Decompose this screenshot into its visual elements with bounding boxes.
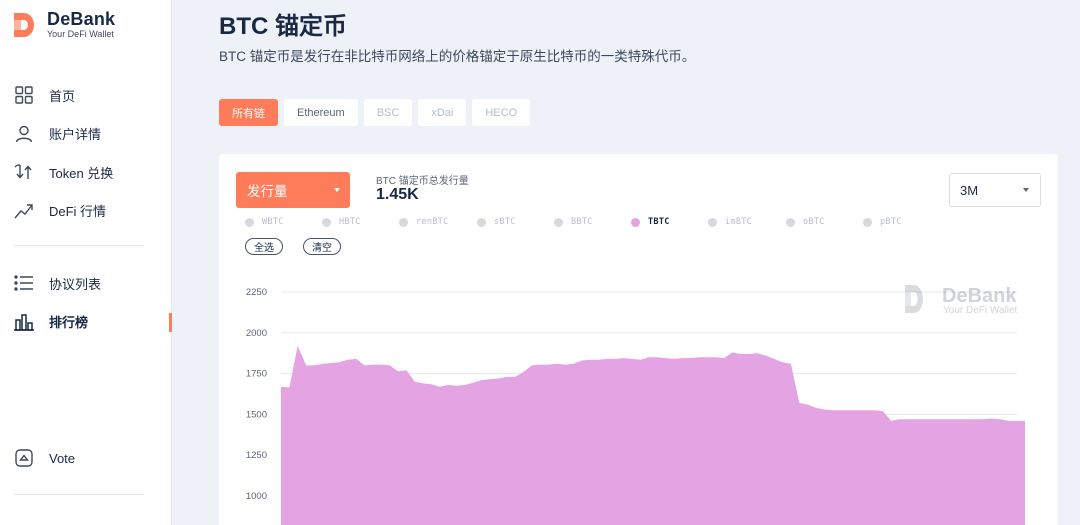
time-range-select[interactable]: 3M [949, 173, 1041, 207]
vote-icon [14, 448, 34, 468]
debank-logo-icon [14, 12, 34, 37]
sidebar-item-label: 账户详情 [49, 127, 102, 143]
y-tick-label: 1000 [246, 491, 267, 502]
total-supply-label: BTC 锚定币总发行量 [376, 176, 469, 187]
legend-item-imbtc[interactable]: imBTC [708, 217, 752, 227]
sidebar-item-protocols[interactable]: 协议列表 [0, 264, 172, 303]
legend-item-renbtc[interactable]: renBTC [399, 217, 449, 227]
chain-tab-bsc[interactable]: BSC [363, 99, 413, 126]
legend-item-hbtc[interactable]: HBTC [322, 217, 361, 227]
y-axis: 1000 1250 1500 1750 2000 2250 [246, 287, 267, 502]
chain-tab-xdai[interactable]: xDai [418, 99, 467, 126]
legend-dot [863, 217, 872, 227]
sidebar-item-label: 排行榜 [49, 315, 89, 331]
sidebar-item-label: Vote [49, 450, 76, 466]
legend-item-wbtc[interactable]: WBTC [245, 217, 284, 227]
legend-label: TBTC [648, 217, 670, 227]
sidebar-item-label: 首页 [49, 88, 76, 104]
watermark-subtitle: Your DeFi Wallet [943, 305, 1018, 316]
legend-label: WBTC [262, 217, 284, 227]
chart-legend: WBTC HBTC renBTC sBTC BBTC TBTC imBTC oB… [245, 217, 945, 231]
time-range-value: 3M [960, 182, 979, 198]
legend-dot [631, 217, 640, 227]
sidebar-item-defi-market[interactable]: DeFi 行情 [0, 192, 172, 231]
nav-footer: Vote [0, 439, 172, 478]
sidebar-divider [14, 494, 144, 495]
total-supply-value: 1.45K [376, 186, 419, 203]
sidebar-item-label: Token 兑换 [49, 165, 114, 181]
legend-item-pbtc[interactable]: pBTC [863, 217, 902, 227]
debank-watermark-icon [905, 285, 923, 313]
metric-select[interactable]: 发行量 [236, 172, 350, 208]
brand-tagline: Your DeFi Wallet [47, 29, 114, 39]
page-description: BTC 锚定币是发行在非比特币网络上的价格锚定于原生比特币的一类特殊代币。 [219, 49, 696, 64]
legend-label: pBTC [880, 217, 902, 227]
sidebar-item-vote[interactable]: Vote [0, 439, 172, 478]
legend-dot [708, 217, 717, 227]
legend-label: HBTC [339, 217, 361, 227]
sidebar-item-account[interactable]: 账户详情 [0, 115, 172, 154]
sidebar-item-label: 协议列表 [49, 276, 102, 292]
legend-label: imBTC [725, 217, 753, 227]
legend-dot [786, 217, 795, 227]
y-tick-label: 2250 [246, 287, 267, 298]
legend-item-bbtc[interactable]: BBTC [554, 217, 593, 227]
legend-item-sbtc[interactable]: sBTC [477, 217, 516, 227]
user-icon [14, 124, 34, 144]
y-tick-label: 1500 [246, 409, 267, 420]
legend-dot [554, 217, 563, 227]
debank-watermark: DeBank Your DeFi Wallet [905, 285, 1018, 316]
list-icon [14, 273, 34, 293]
page-title: BTC 锚定币 [219, 13, 347, 40]
chain-tab-all[interactable]: 所有链 [219, 99, 278, 126]
chain-tab-ethereum[interactable]: Ethereum [284, 99, 358, 126]
supply-chart-card: 发行量 BTC 锚定币总发行量 1.45K 3M WBTC HBTC renBT… [219, 154, 1058, 525]
sidebar: DeBank Your DeFi Wallet 首页 账户详情 Token 兑换 [0, 0, 172, 525]
legend-item-obtc[interactable]: oBTC [786, 217, 825, 227]
y-tick-label: 1750 [246, 369, 267, 380]
legend-label: renBTC [416, 217, 449, 227]
legend-dot [477, 217, 486, 227]
legend-label: sBTC [494, 217, 516, 227]
sidebar-item-label: DeFi 行情 [49, 204, 107, 220]
sidebar-item-home[interactable]: 首页 [0, 76, 172, 115]
watermark-title: DeBank [942, 285, 1017, 307]
legend-dot [245, 217, 254, 227]
nav-secondary: 协议列表 排行榜 [0, 264, 172, 341]
legend-label: oBTC [803, 217, 825, 227]
metric-select-value: 发行量 [247, 184, 288, 199]
legend-dot [322, 217, 331, 227]
y-tick-label: 1250 [246, 450, 267, 461]
sidebar-item-rankings[interactable]: 排行榜 [0, 303, 172, 342]
select-all-button[interactable]: 全选 [245, 238, 283, 255]
swap-icon [14, 162, 34, 182]
bar-chart-icon [14, 312, 34, 332]
series-area-tbtc [281, 345, 1025, 525]
legend-label: BBTC [571, 217, 593, 227]
y-tick-label: 2000 [246, 328, 267, 339]
legend-item-tbtc[interactable]: TBTC [631, 217, 670, 227]
chart-series [281, 345, 1025, 525]
legend-dot [399, 217, 408, 227]
sidebar-item-token-swap[interactable]: Token 兑换 [0, 153, 172, 192]
grid-icon [14, 85, 34, 105]
chain-filter-tabs: 所有链 Ethereum BSC xDai HECO [219, 99, 531, 126]
sidebar-divider [14, 245, 144, 246]
chain-tab-heco[interactable]: HECO [472, 99, 531, 126]
chevron-down-icon [1023, 188, 1029, 192]
supply-area-chart: 1000 1250 1500 1750 2000 2250 DeBank Your DeF… [246, 285, 1025, 525]
chevron-down-icon [334, 188, 340, 192]
clear-button[interactable]: 清空 [303, 238, 341, 255]
nav-main: 首页 账户详情 Token 兑换 DeFi 行情 [0, 76, 172, 230]
trend-icon [14, 201, 34, 221]
brand-name: DeBank [47, 9, 116, 29]
brand-logo[interactable]: DeBank Your DeFi Wallet [12, 10, 115, 39]
